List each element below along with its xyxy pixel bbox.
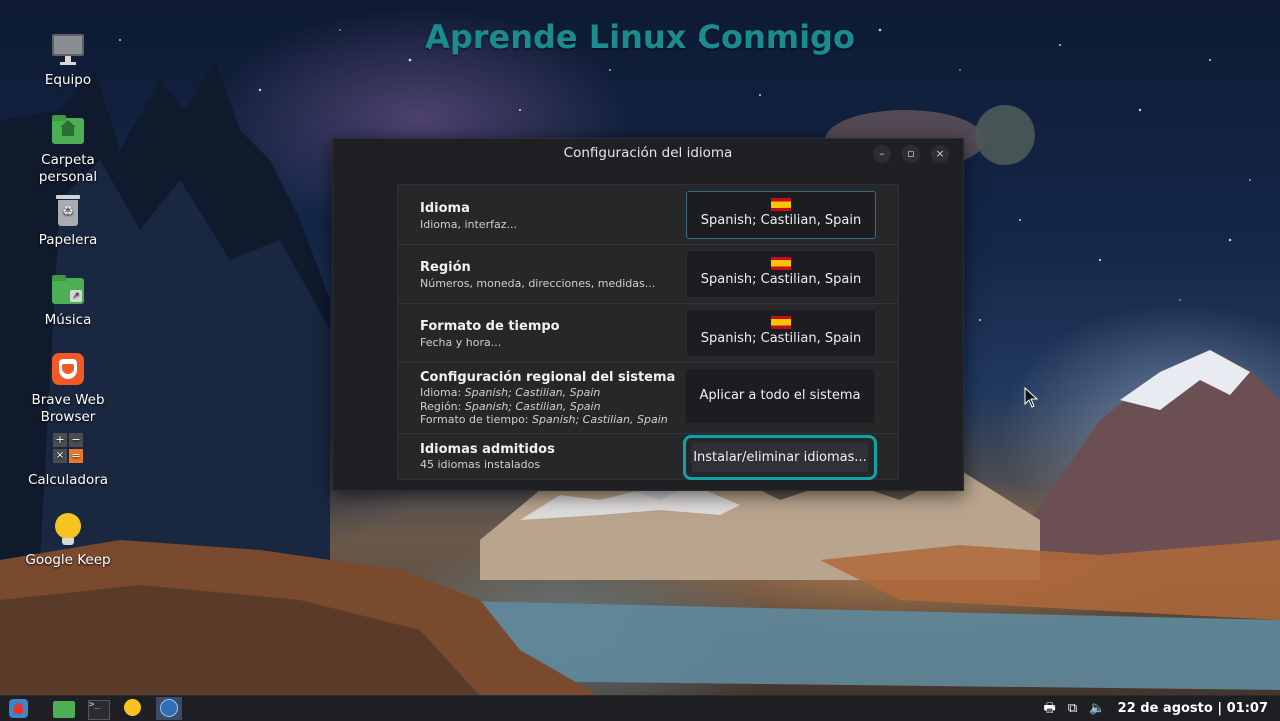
time-format-desc: Fecha y hora... [420,336,502,349]
taskbar: >_ 🖶 ⧉ 🔈 22 de agosto | 01:07 [0,695,1280,721]
desktop-icon-label: Equipo [44,72,92,88]
window-titlebar[interactable]: Configuración del idioma – ▫ × [333,139,963,169]
close-button[interactable]: × [931,145,949,163]
keep-icon [50,512,86,548]
system-locale-desc: Idioma: Spanish; Castilian, Spain Región… [420,386,668,427]
music-folder-icon: ↗ [50,272,86,308]
trash-icon: ♻ [50,192,86,228]
menu-icon [9,699,28,718]
terminal-icon: >_ [88,700,110,720]
language-settings-window: Configuración del idioma – ▫ × Idioma Id… [332,138,964,491]
brave-icon [50,352,86,388]
computer-icon [50,32,86,68]
language-row: Idioma Idioma, interfaz... Spanish; Cast… [398,185,898,245]
taskbar-files-button[interactable] [51,697,77,720]
calculator-icon: + − × = [50,432,86,468]
desktop-icon-carpeta-personal[interactable]: Carpeta personal [22,112,114,186]
banner-title: Aprende Linux Conmigo [425,18,855,56]
system-tray: 🖶 ⧉ 🔈 22 de agosto | 01:07 [1035,696,1268,721]
system-region-line: Región: Spanish; Castilian, Spain [420,399,601,413]
desktop-icon-label: Música [44,312,92,328]
mouse-cursor-icon [1024,387,1039,408]
spain-flag-icon [771,316,791,329]
desktop-icon-label: Calculadora [27,472,109,488]
printer-icon[interactable]: 🖶 [1043,696,1055,721]
region-desc: Números, moneda, direcciones, medidas... [420,277,656,290]
minimize-button[interactable]: – [873,145,891,163]
taskbar-terminal-button[interactable]: >_ [85,697,111,720]
region-select-button[interactable]: Spanish; Castilian, Spain [686,250,876,298]
start-menu-button[interactable] [6,697,32,720]
system-locale-label: Configuración regional del sistema [420,370,676,385]
maximize-button[interactable]: ▫ [902,145,920,163]
supported-languages-desc: 45 idiomas instalados [420,458,541,471]
time-format-value: Spanish; Castilian, Spain [700,331,862,346]
desktop-icon-label: Carpeta personal [38,152,98,185]
region-value: Spanish; Castilian, Spain [700,272,862,287]
system-time-line: Formato de tiempo: Spanish; Castilian, S… [420,413,668,426]
region-label: Región [420,260,471,275]
network-icon[interactable]: ⧉ [1068,696,1077,721]
apply-system-wide-button[interactable]: Aplicar a todo el sistema [686,369,874,423]
system-language-line: Idioma: Spanish; Castilian, Spain [420,386,601,399]
spain-flag-icon [771,257,791,270]
volume-icon[interactable]: 🔈 [1089,696,1105,721]
install-highlight-outline: Instalar/eliminar idiomas... [683,435,877,480]
desktop-icon-label: Brave Web Browser [31,392,105,425]
region-row: Región Números, moneda, direcciones, med… [398,244,898,304]
time-format-row: Formato de tiempo Fecha y hora... Spanis… [398,303,898,363]
home-folder-icon [50,112,86,148]
desktop-icon-musica[interactable]: ↗ Música [22,272,114,329]
time-format-select-button[interactable]: Spanish; Castilian, Spain [686,309,876,357]
language-value: Spanish; Castilian, Spain [700,213,862,228]
desktop-icon-google-keep[interactable]: Google Keep [22,512,114,569]
desktop-icon-label: Google Keep [25,552,111,568]
window-title: Configuración del idioma [563,145,733,161]
system-locale-row: Configuración regional del sistema Idiom… [398,362,898,434]
clock[interactable]: 22 de agosto | 01:07 [1118,696,1268,721]
time-format-label: Formato de tiempo [420,319,560,334]
desktop-icon-papelera[interactable]: ♻ Papelera [22,192,114,249]
desktop-icon-calculadora[interactable]: + − × = Calculadora [22,432,114,489]
taskbar-language-settings-button[interactable] [156,697,182,720]
supported-languages-label: Idiomas admitidos [420,442,555,457]
language-settings-icon [160,699,178,717]
language-desc: Idioma, interfaz... [420,218,517,231]
desktop-icon-label: Papelera [38,232,98,248]
install-remove-languages-button[interactable]: Instalar/eliminar idiomas... [692,443,868,472]
keep-icon [124,699,141,716]
desktop-icon-brave[interactable]: Brave Web Browser [22,352,114,426]
taskbar-keep-button[interactable] [120,697,146,720]
files-icon [53,701,75,718]
desktop-icon-equipo[interactable]: Equipo [22,32,114,89]
spain-flag-icon [771,198,791,211]
language-select-button[interactable]: Spanish; Castilian, Spain [686,191,876,239]
language-label: Idioma [420,201,470,216]
